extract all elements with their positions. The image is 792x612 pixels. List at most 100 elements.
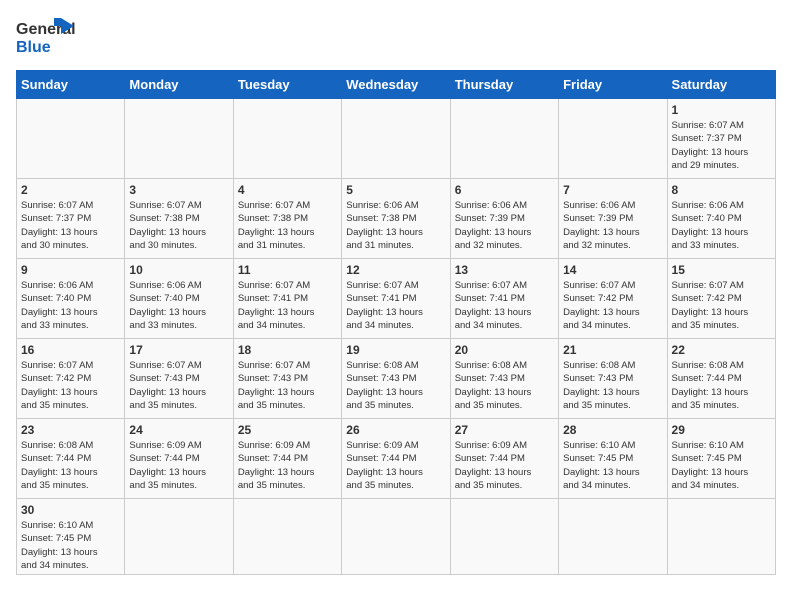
day-number: 28 [563, 423, 662, 437]
day-number: 23 [21, 423, 120, 437]
empty-cell [450, 499, 558, 575]
day-info: Sunrise: 6:10 AM Sunset: 7:45 PM Dayligh… [563, 439, 662, 492]
calendar-day-9: 9Sunrise: 6:06 AM Sunset: 7:40 PM Daylig… [17, 259, 125, 339]
calendar-day-15: 15 Sunrise: 6:07 AM Sunset: 7:42 PM Dayli… [667, 259, 775, 339]
calendar-day-28: 28 Sunrise: 6:10 AM Sunset: 7:45 PM Dayli… [559, 419, 667, 499]
weekday-header-saturday: Saturday [667, 71, 775, 99]
day-number: 20 [455, 343, 554, 357]
calendar-week-row: 9 Sunrise: 6:06 AM Sunset: 7:40 PM Daylig… [17, 259, 776, 339]
day-info: Sunrise: 6:07 AM Sunset: 7:41 PM Dayligh… [346, 279, 445, 332]
weekday-header-wednesday: Wednesday [342, 71, 450, 99]
calendar-day-3: 3Sunrise: 6:07 AM Sunset: 7:38 PM Daylig… [125, 179, 233, 259]
svg-text:Blue: Blue [16, 39, 51, 56]
logo-svg: GeneralBlue [16, 16, 76, 58]
empty-cell [559, 499, 667, 575]
day-number: 8 [672, 183, 771, 197]
calendar-day-8: 8 Sunrise: 6:06 AM Sunset: 7:40 PM Daylig… [667, 179, 775, 259]
calendar-week-row: 30Sunrise: 6:10 AM Sunset: 7:45 PM Dayli… [17, 499, 776, 575]
empty-cell [667, 499, 775, 575]
logo: GeneralBlue [16, 16, 76, 58]
day-number: 5 [346, 183, 445, 197]
weekday-header-friday: Friday [559, 71, 667, 99]
calendar-day-24: 24 Sunrise: 6:09 AM Sunset: 7:44 PM Dayli… [125, 419, 233, 499]
calendar-week-row: 1Sunrise: 6:07 AM Sunset: 7:37 PM Daylig… [17, 99, 776, 179]
calendar-day-26: 26Sunrise: 6:09 AM Sunset: 7:44 PM Dayli… [342, 419, 450, 499]
calendar-day-13: 13 Sunrise: 6:07 AM Sunset: 7:41 PM Dayli… [450, 259, 558, 339]
day-number: 27 [455, 423, 554, 437]
day-number: 17 [129, 343, 228, 357]
calendar-day-4: 4 Sunrise: 6:07 AM Sunset: 7:38 PM Daylig… [233, 179, 341, 259]
day-number: 22 [672, 343, 771, 357]
day-info: Sunrise: 6:06 AM Sunset: 7:39 PM Dayligh… [455, 199, 554, 252]
calendar-day-10: 10 Sunrise: 6:06 AM Sunset: 7:40 PM Dayli… [125, 259, 233, 339]
day-info: Sunrise: 6:06 AM Sunset: 7:39 PM Dayligh… [563, 199, 662, 252]
weekday-header-tuesday: Tuesday [233, 71, 341, 99]
day-info: Sunrise: 6:08 AM Sunset: 7:44 PM Dayligh… [21, 439, 120, 492]
calendar-week-row: 2Sunrise: 6:07 AM Sunset: 7:37 PM Daylig… [17, 179, 776, 259]
day-number: 18 [238, 343, 337, 357]
empty-cell [233, 499, 341, 575]
day-number: 26 [346, 423, 445, 437]
day-number: 15 [672, 263, 771, 277]
calendar-day-17: 17 Sunrise: 6:07 AM Sunset: 7:43 PM Dayli… [125, 339, 233, 419]
calendar-day-29: 29Sunrise: 6:10 AM Sunset: 7:45 PM Dayli… [667, 419, 775, 499]
empty-cell [17, 99, 125, 179]
day-number: 7 [563, 183, 662, 197]
day-info: Sunrise: 6:06 AM Sunset: 7:38 PM Dayligh… [346, 199, 445, 252]
day-info: Sunrise: 6:07 AM Sunset: 7:42 PM Dayligh… [563, 279, 662, 332]
empty-cell [233, 99, 341, 179]
day-number: 13 [455, 263, 554, 277]
calendar-day-7: 7 Sunrise: 6:06 AM Sunset: 7:39 PM Daylig… [559, 179, 667, 259]
calendar-day-25: 25 Sunrise: 6:09 AM Sunset: 7:44 PM Dayli… [233, 419, 341, 499]
calendar-week-row: 23 Sunrise: 6:08 AM Sunset: 7:44 PM Dayli… [17, 419, 776, 499]
day-number: 1 [672, 103, 771, 117]
page-header: GeneralBlue [16, 16, 776, 58]
empty-cell [342, 99, 450, 179]
calendar-day-19: 19Sunrise: 6:08 AM Sunset: 7:43 PM Dayli… [342, 339, 450, 419]
day-number: 16 [21, 343, 120, 357]
day-number: 12 [346, 263, 445, 277]
day-info: Sunrise: 6:08 AM Sunset: 7:43 PM Dayligh… [346, 359, 445, 412]
day-number: 24 [129, 423, 228, 437]
day-info: Sunrise: 6:08 AM Sunset: 7:43 PM Dayligh… [563, 359, 662, 412]
empty-cell [559, 99, 667, 179]
day-number: 30 [21, 503, 120, 517]
weekday-header-monday: Monday [125, 71, 233, 99]
weekday-header-sunday: Sunday [17, 71, 125, 99]
day-info: Sunrise: 6:10 AM Sunset: 7:45 PM Dayligh… [672, 439, 771, 492]
day-number: 2 [21, 183, 120, 197]
day-info: Sunrise: 6:09 AM Sunset: 7:44 PM Dayligh… [455, 439, 554, 492]
day-number: 25 [238, 423, 337, 437]
calendar-table: SundayMondayTuesdayWednesdayThursdayFrid… [16, 70, 776, 575]
day-info: Sunrise: 6:07 AM Sunset: 7:43 PM Dayligh… [129, 359, 228, 412]
day-number: 14 [563, 263, 662, 277]
day-info: Sunrise: 6:07 AM Sunset: 7:38 PM Dayligh… [129, 199, 228, 252]
calendar-week-row: 16 Sunrise: 6:07 AM Sunset: 7:42 PM Dayli… [17, 339, 776, 419]
day-number: 21 [563, 343, 662, 357]
day-info: Sunrise: 6:07 AM Sunset: 7:41 PM Dayligh… [455, 279, 554, 332]
calendar-day-23: 23 Sunrise: 6:08 AM Sunset: 7:44 PM Dayli… [17, 419, 125, 499]
day-number: 10 [129, 263, 228, 277]
day-info: Sunrise: 6:06 AM Sunset: 7:40 PM Dayligh… [129, 279, 228, 332]
day-info: Sunrise: 6:09 AM Sunset: 7:44 PM Dayligh… [238, 439, 337, 492]
calendar-day-6: 6 Sunrise: 6:06 AM Sunset: 7:39 PM Daylig… [450, 179, 558, 259]
day-number: 4 [238, 183, 337, 197]
calendar-day-11: 11Sunrise: 6:07 AM Sunset: 7:41 PM Dayli… [233, 259, 341, 339]
day-info: Sunrise: 6:06 AM Sunset: 7:40 PM Dayligh… [672, 199, 771, 252]
calendar-day-30: 30Sunrise: 6:10 AM Sunset: 7:45 PM Dayli… [17, 499, 125, 575]
empty-cell [450, 99, 558, 179]
day-number: 9 [21, 263, 120, 277]
day-number: 6 [455, 183, 554, 197]
day-info: Sunrise: 6:08 AM Sunset: 7:44 PM Dayligh… [672, 359, 771, 412]
day-info: Sunrise: 6:07 AM Sunset: 7:38 PM Dayligh… [238, 199, 337, 252]
calendar-day-14: 14 Sunrise: 6:07 AM Sunset: 7:42 PM Dayli… [559, 259, 667, 339]
empty-cell [125, 499, 233, 575]
calendar-day-21: 21 Sunrise: 6:08 AM Sunset: 7:43 PM Dayli… [559, 339, 667, 419]
day-info: Sunrise: 6:08 AM Sunset: 7:43 PM Dayligh… [455, 359, 554, 412]
day-info: Sunrise: 6:09 AM Sunset: 7:44 PM Dayligh… [129, 439, 228, 492]
day-info: Sunrise: 6:07 AM Sunset: 7:42 PM Dayligh… [672, 279, 771, 332]
empty-cell [342, 499, 450, 575]
empty-cell [125, 99, 233, 179]
day-info: Sunrise: 6:07 AM Sunset: 7:42 PM Dayligh… [21, 359, 120, 412]
weekday-header-thursday: Thursday [450, 71, 558, 99]
